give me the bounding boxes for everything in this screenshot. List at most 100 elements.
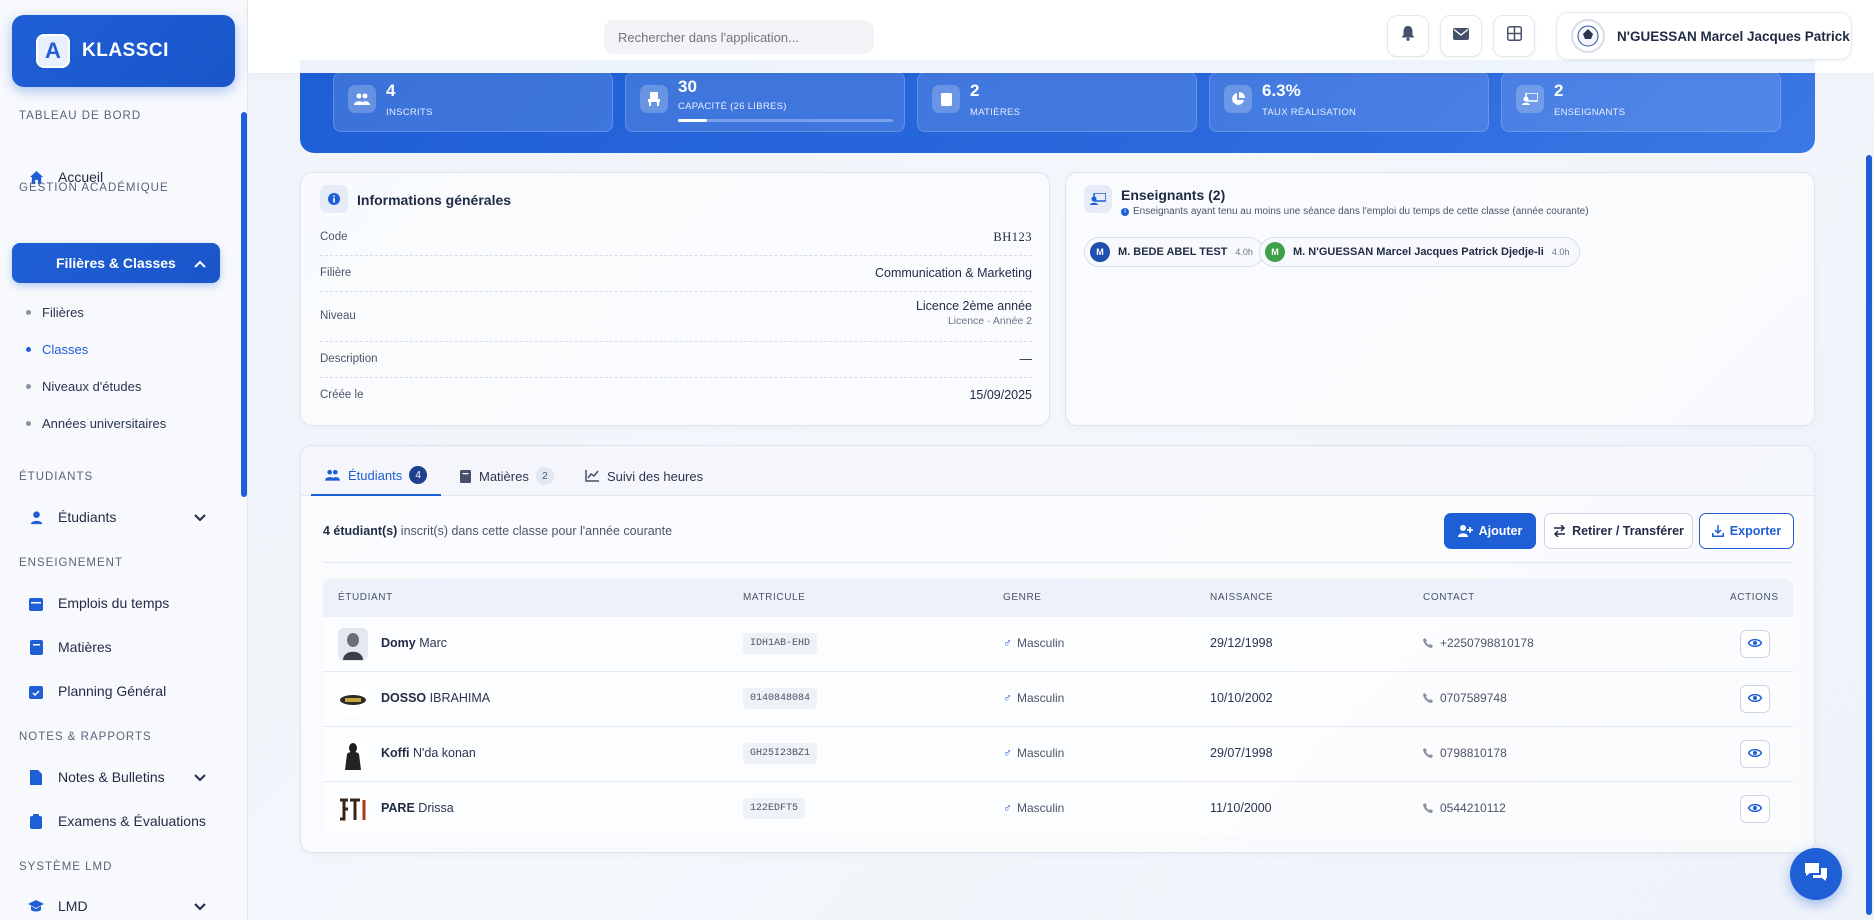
tab-etudiants[interactable]: Étudiants 4 <box>311 456 442 496</box>
apps-button[interactable] <box>1493 15 1535 57</box>
stat-label: MATIÈRES <box>970 107 1021 118</box>
contact-cell: 0798810178 <box>1423 746 1507 760</box>
birth-date: 29/12/1998 <box>1210 636 1273 650</box>
klassci-logo-icon: A <box>36 34 70 68</box>
teacher-chip[interactable]: M M. N'GUESSAN Marcel Jacques Patrick Dj… <box>1259 237 1581 267</box>
teachers-card: Enseignants (2) i Enseignants ayant tenu… <box>1065 172 1815 426</box>
info-subvalue: Licence · Année 2 <box>947 315 1032 327</box>
sidebar-item-notes[interactable]: Notes & Bulletins <box>12 757 220 797</box>
exchange-icon <box>1553 525 1566 537</box>
info-key: Niveau <box>320 310 356 322</box>
user-name: N'GUESSAN Marcel Jacques Patrick <box>1617 28 1850 44</box>
search-input[interactable] <box>604 20 874 54</box>
view-student-button[interactable] <box>1740 685 1770 713</box>
student-photo <box>338 738 368 771</box>
sidebar-item-emplois[interactable]: Emplois du temps <box>12 583 220 623</box>
contact-text: 0707589748 <box>1440 691 1507 705</box>
general-info-card: Informations générales Code BH123 Filièr… <box>300 172 1050 426</box>
gender-text: Masculin <box>1017 746 1065 760</box>
section-title-students: ÉTUDIANTS <box>19 471 94 483</box>
info-key: Filière <box>320 267 352 279</box>
male-icon: ♂ <box>1003 636 1012 650</box>
divider <box>323 562 1793 563</box>
view-student-button[interactable] <box>1740 740 1770 768</box>
stat-value: 4 <box>386 81 396 100</box>
stat-value: 30 <box>678 77 697 96</box>
student-last-name: DOSSO <box>381 691 427 705</box>
export-button[interactable]: Exporter <box>1699 513 1794 549</box>
sidebar-item-label: Notes & Bulletins <box>58 769 165 785</box>
tab-matieres[interactable]: Matières 2 <box>460 456 554 496</box>
chevron-down-icon <box>194 509 206 525</box>
student-photo <box>338 793 368 826</box>
sidebar-item-label: Emplois du temps <box>58 595 170 611</box>
sidebar-item-matieres[interactable]: Matières <box>12 627 220 667</box>
gender-cell: ♂ Masculin <box>1003 691 1064 705</box>
section-title-academic: GESTION ACADÉMIQUE <box>19 182 169 194</box>
teacher-chip[interactable]: M M. BEDE ABEL TEST 4.0h <box>1084 237 1264 267</box>
student-first-name: N'da konan <box>412 746 476 760</box>
contact-text: 0544210112 <box>1440 801 1506 815</box>
sidebar-item-filieres-classes[interactable]: Filières & Classes <box>12 243 220 283</box>
button-label: Exporter <box>1729 524 1782 538</box>
male-icon: ♂ <box>1003 801 1012 815</box>
table-row[interactable]: Koffi N'da konan GH25I23BZ1 ♂ Masculin 29… <box>323 727 1793 782</box>
teachers-subtitle: i Enseignants ayant tenu au moins une sé… <box>1121 206 1589 217</box>
sidebar-item-etudiants[interactable]: Étudiants <box>12 497 220 537</box>
contact-text: +2250798810178 <box>1440 636 1534 650</box>
view-student-button[interactable] <box>1740 630 1770 658</box>
chevron-up-icon <box>194 255 206 271</box>
student-name: DOSSO IBRAHIMA <box>381 691 490 705</box>
contact-cell: +2250798810178 <box>1423 636 1534 650</box>
notifications-button[interactable] <box>1387 15 1429 57</box>
stat-label: ENSEIGNANTS <box>1554 107 1626 118</box>
birth-date: 11/10/2000 <box>1210 801 1272 815</box>
tab-suivi-heures[interactable]: Suivi des heures <box>585 456 703 496</box>
add-student-button[interactable]: Ajouter <box>1444 513 1536 549</box>
eye-icon <box>1747 745 1763 763</box>
phone-icon <box>1423 693 1433 703</box>
sidebar-subitem-niveaux[interactable]: Niveaux d'études <box>26 379 141 394</box>
sidebar-item-planning[interactable]: Planning Général <box>12 671 220 711</box>
stat-taux: 6.3% TAUX RÉALISATION <box>1209 72 1489 132</box>
sidebar-scrollbar[interactable] <box>241 112 247 497</box>
info-row-description: Description — <box>320 342 1032 378</box>
user-menu-button[interactable]: N'GUESSAN Marcel Jacques Patrick <box>1556 12 1852 60</box>
chat-button[interactable] <box>1790 848 1842 900</box>
info-key: Code <box>320 231 348 243</box>
sidebar-subitem-filieres[interactable]: Filières <box>26 305 84 320</box>
info-key: Créée le <box>320 389 364 401</box>
transfer-student-button[interactable]: Retirer / Transférer <box>1544 513 1693 549</box>
view-student-button[interactable] <box>1740 795 1770 823</box>
contact-cell: 0707589748 <box>1423 691 1507 705</box>
sidebar-item-lmd[interactable]: LMD <box>12 886 220 920</box>
students-count-text: 4 étudiant(s) inscrit(s) dans cette clas… <box>323 524 672 538</box>
sidebar-item-examens[interactable]: Examens & Évaluations <box>12 801 220 841</box>
sidebar-subitem-annees[interactable]: Années universitaires <box>26 416 166 431</box>
eye-icon <box>1747 690 1763 708</box>
users-icon <box>325 469 340 481</box>
stat-value: 2 <box>970 81 980 100</box>
sidebar-item-label: Examens & Évaluations <box>58 813 206 829</box>
sidebar-item-label: Matières <box>58 639 112 655</box>
table-row[interactable]: Domy Marc IDH1AB-EHD ♂ Masculin 29/12/199… <box>323 617 1793 672</box>
contact-text: 0798810178 <box>1440 746 1507 760</box>
brand-logo-block[interactable]: A KLASSCI <box>12 15 235 87</box>
table-row[interactable]: DOSSO IBRAHIMA 0140848084 ♂ Masculin 10/1… <box>323 672 1793 727</box>
page-scrollbar[interactable] <box>1866 155 1872 915</box>
student-icon <box>28 509 44 525</box>
students-count-bold: 4 étudiant(s) <box>323 524 398 538</box>
sidebar-item-label: Filières & Classes <box>56 255 176 271</box>
matricule-badge: 122EDFT5 <box>743 798 806 819</box>
teachers-subtitle-text: Enseignants ayant tenu au moins une séan… <box>1133 206 1589 217</box>
top-header: N'GUESSAN Marcel Jacques Patrick <box>248 0 1874 73</box>
sidebar-subitem-classes[interactable]: Classes <box>26 342 88 357</box>
avatar <box>1571 19 1605 53</box>
table-row[interactable]: PARE Drissa 122EDFT5 ♂ Masculin 11/10/200… <box>323 782 1793 837</box>
phone-icon <box>1423 638 1433 648</box>
birth-date: 29/07/1998 <box>1210 746 1273 760</box>
matricule-badge: GH25I23BZ1 <box>743 743 818 764</box>
info-row-code: Code BH123 <box>320 220 1032 256</box>
messages-button[interactable] <box>1440 15 1482 57</box>
book-icon <box>932 85 960 113</box>
